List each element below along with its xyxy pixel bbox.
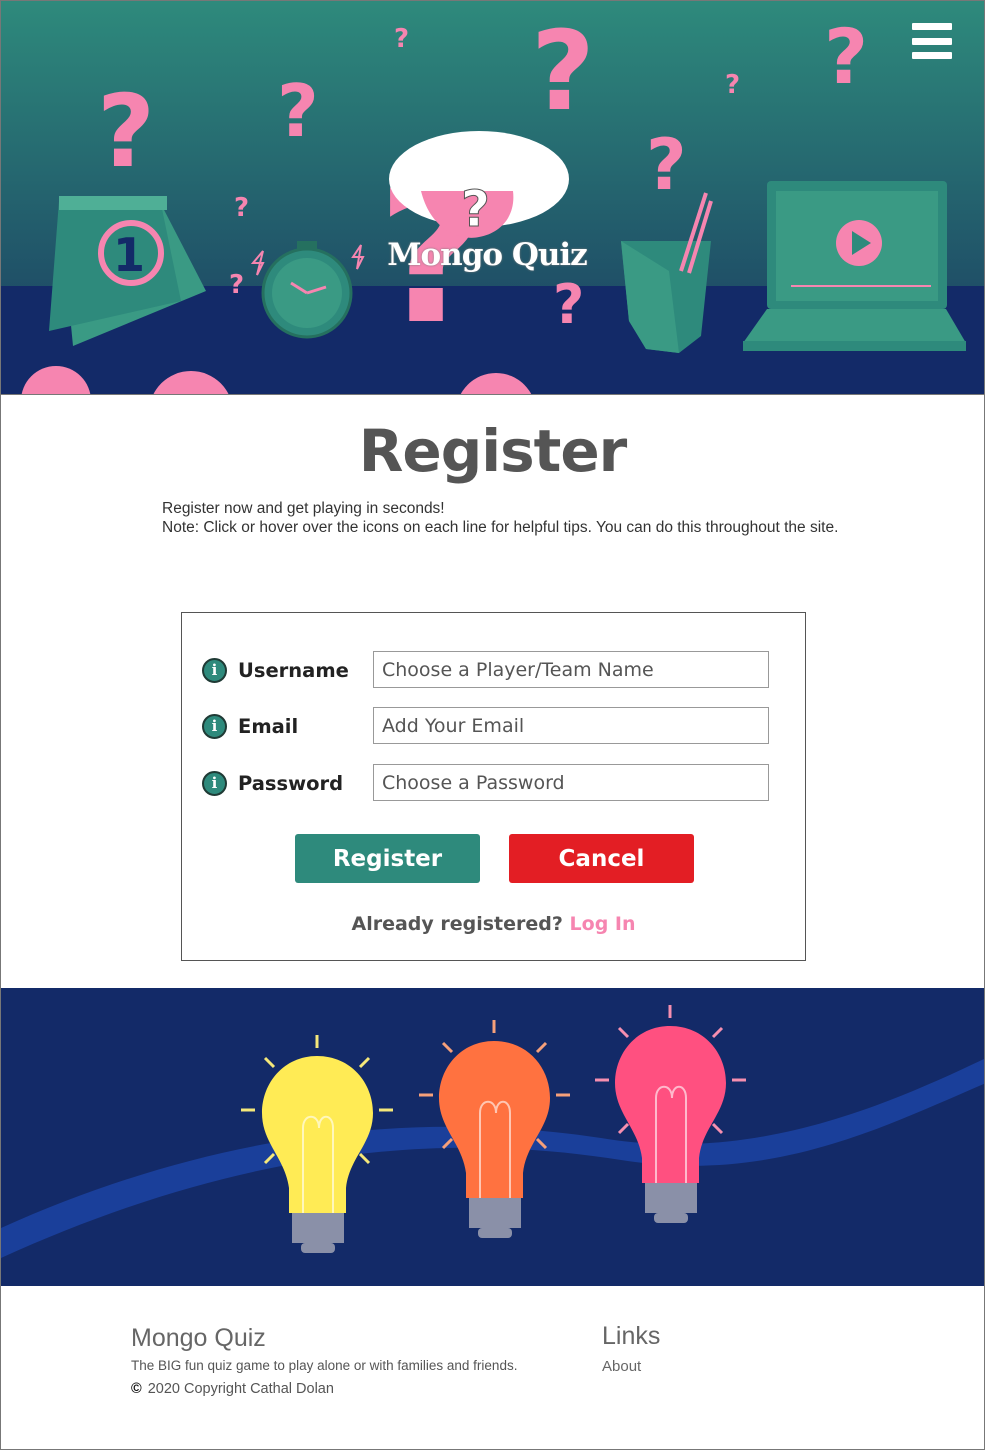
password-row: i Password [182,764,807,804]
question-mark-icon: ? [97,73,155,190]
copyright-icon: © [131,1381,142,1397]
laptop-icon [743,181,966,351]
question-mark-icon: ? [394,24,409,54]
email-input[interactable] [373,707,769,744]
question-mark-icon: ? [531,7,595,135]
lightbulb-banner [0,988,985,1286]
intro-line: Register now and get playing in seconds! [162,500,445,517]
register-form: i Username i Email i Password Register C… [181,612,806,961]
hero-banner: ? ? ? ? ? ? ? ? ? ? 1 ? ? Mongo Quiz [0,0,985,395]
password-input[interactable] [373,764,769,801]
hamburger-menu-icon[interactable] [912,23,952,59]
question-mark-icon: ? [553,273,584,336]
intro-text: Register now and get playing in seconds!… [162,499,852,537]
register-section: Register Register now and get playing in… [0,395,985,988]
info-icon[interactable]: i [202,658,227,683]
footer-copyright: © 2020 Copyright Cathal Dolan [131,1381,334,1397]
login-link[interactable]: Log In [570,913,636,935]
already-registered-text: Already registered? Log In [182,913,805,935]
lightbulbs-illustration [1,988,984,1286]
site-footer: Mongo Quiz The BIG fun quiz game to play… [0,1286,985,1450]
question-mark-icon: ? [277,69,319,153]
info-icon[interactable]: i [202,714,227,739]
brand-logo-text: Mongo Quiz [387,237,588,273]
question-mark-icon: ? [824,12,868,101]
already-registered-label: Already registered? [351,913,563,935]
register-button[interactable]: Register [295,834,480,883]
copyright-text: 2020 Copyright Cathal Dolan [147,1381,334,1397]
page-title: Register [358,417,628,485]
question-mark-icon: ? [234,193,249,223]
footer-title: Mongo Quiz [131,1324,266,1352]
question-mark-icon: ? [725,70,740,100]
username-input[interactable] [373,651,769,688]
question-mark-icon: ? [646,124,687,206]
links-heading: Links [602,1322,661,1350]
email-label: Email [238,715,299,738]
hero-illustration: ? ? ? ? ? ? ? ? ? ? 1 ? ? [1,1,984,394]
info-icon[interactable]: i [202,771,227,796]
password-label: Password [238,772,344,795]
svg-text:1: 1 [113,228,145,282]
intro-note: Note: Click or hover over the icons on e… [162,519,839,536]
question-mark-icon: ? [229,270,244,300]
username-row: i Username [182,651,807,691]
email-row: i Email [182,707,807,747]
cancel-button[interactable]: Cancel [509,834,694,883]
about-link[interactable]: About [602,1358,641,1375]
footer-description: The BIG fun quiz game to play alone or w… [131,1358,518,1373]
username-label: Username [238,659,349,682]
svg-text:?: ? [461,180,490,238]
